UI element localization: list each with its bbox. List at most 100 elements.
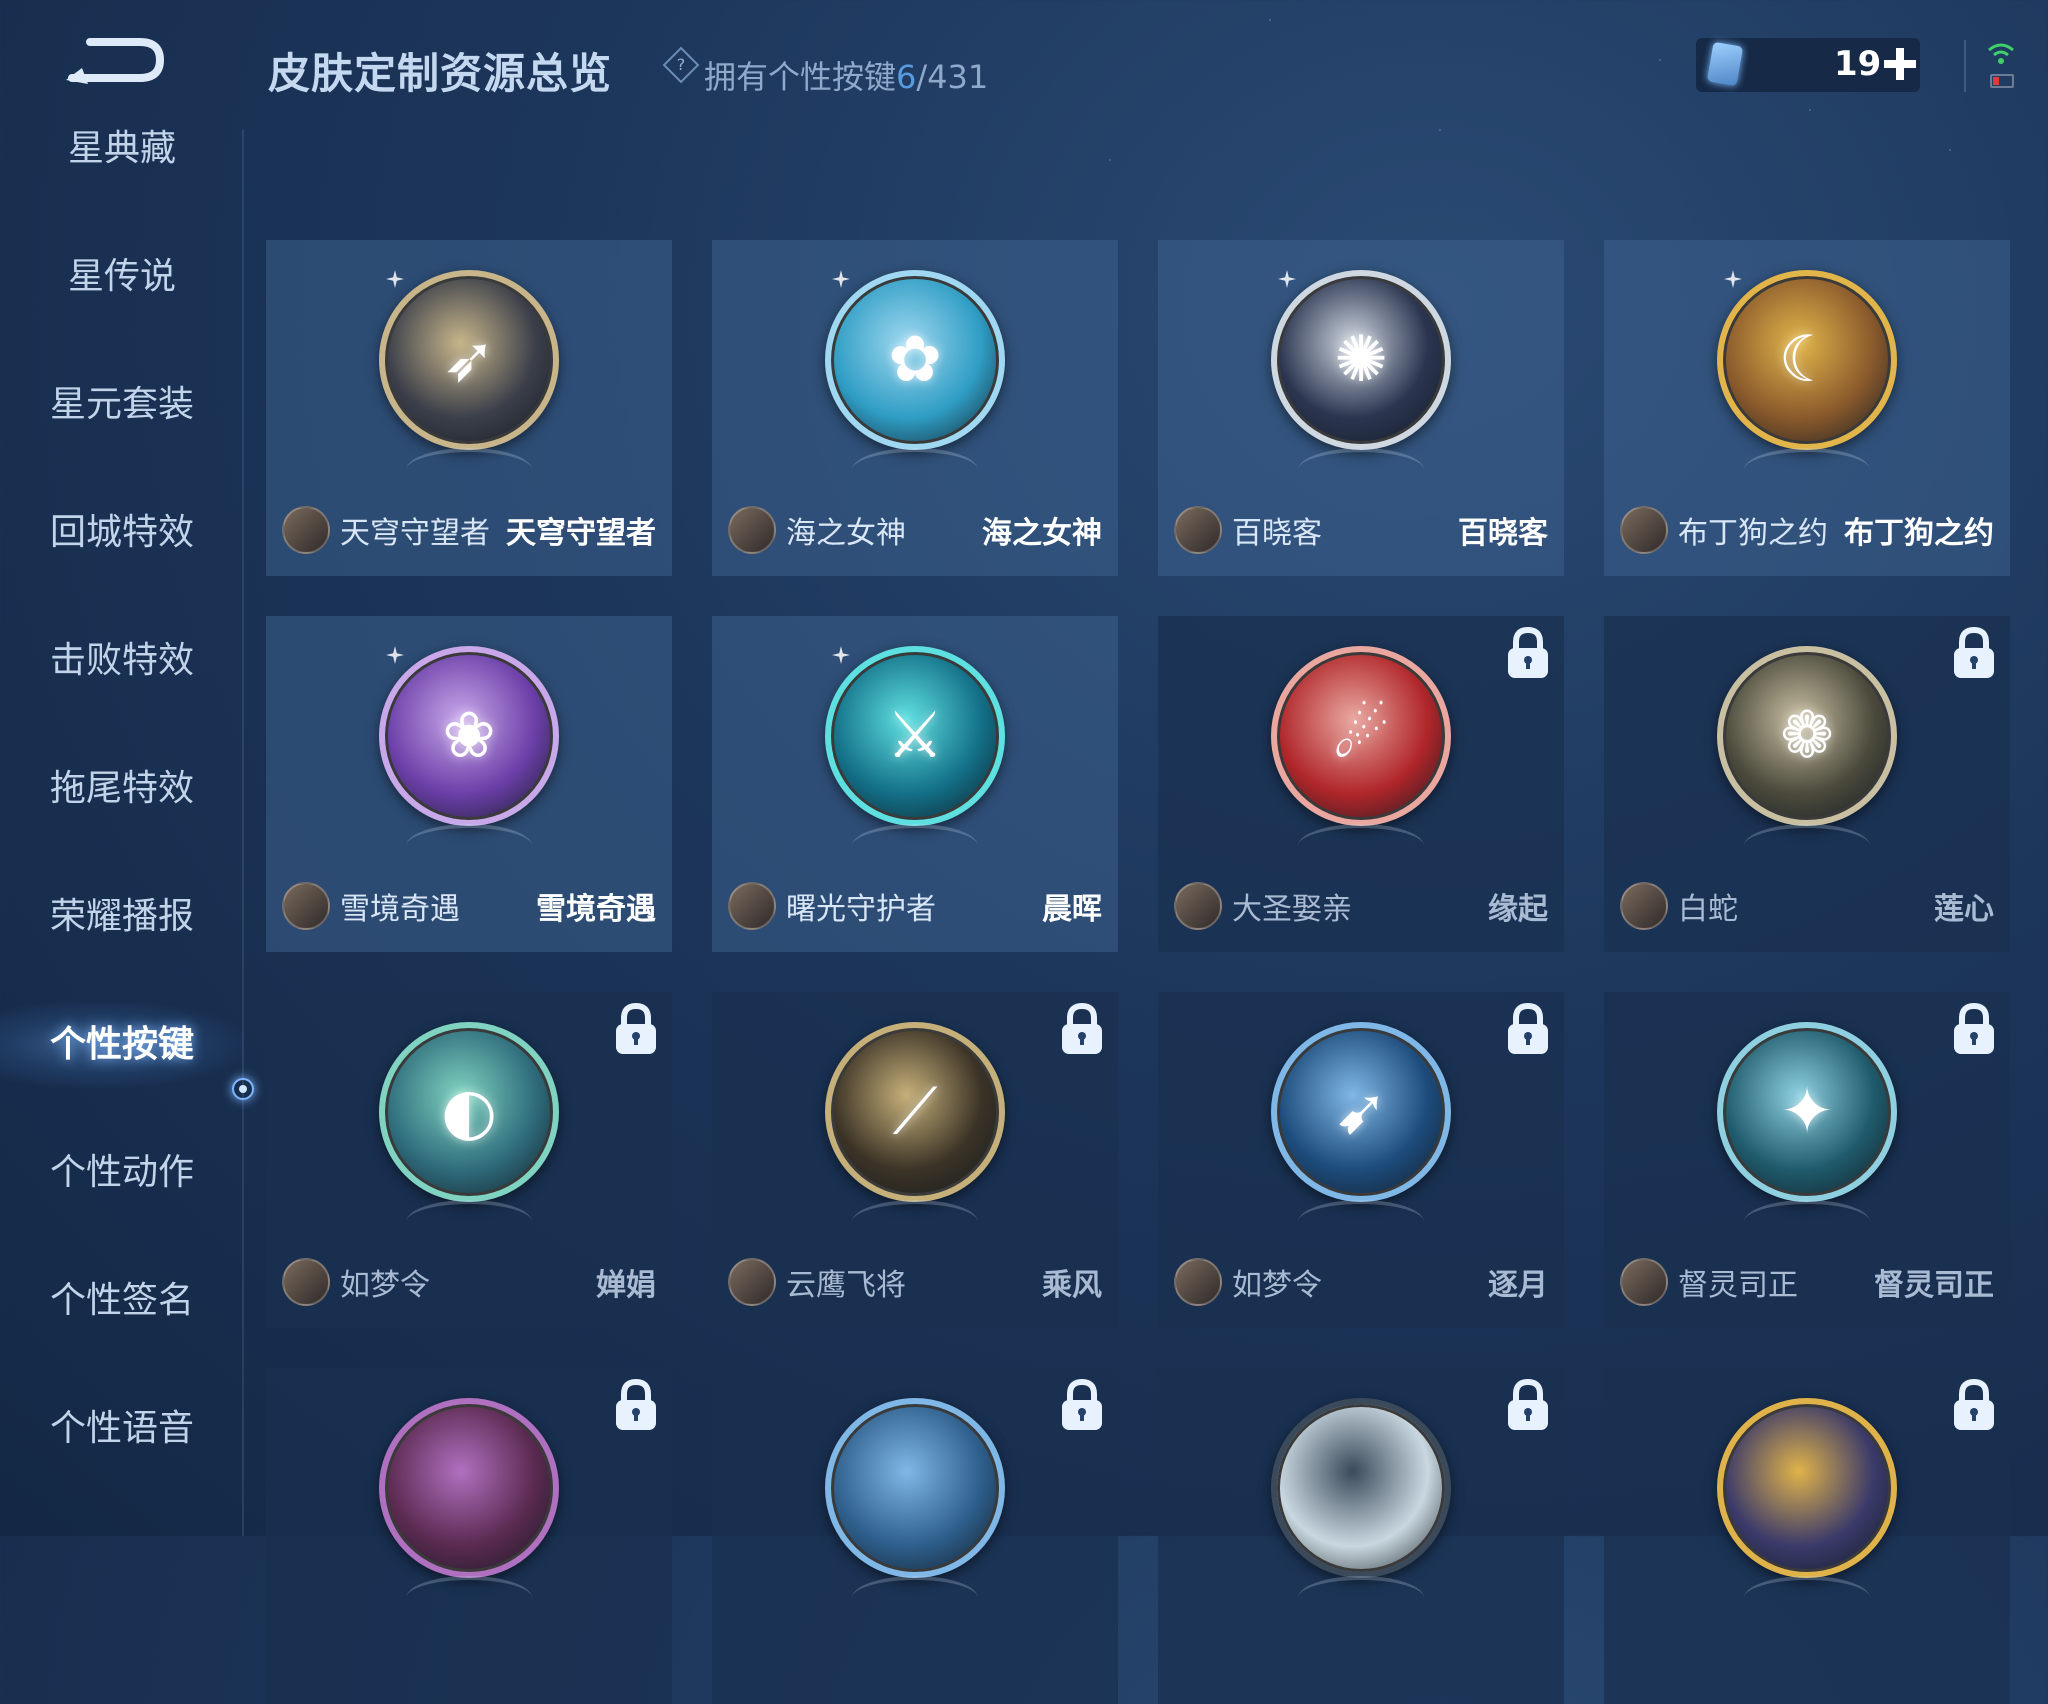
skin-button-emblem bbox=[379, 1398, 559, 1578]
lock-icon[interactable] bbox=[1504, 1378, 1552, 1434]
sidebar-item[interactable]: 荣耀播报 bbox=[0, 874, 244, 960]
emblem-reflection bbox=[1298, 1576, 1424, 1620]
hero-avatar bbox=[1174, 506, 1222, 554]
emblem-reflection bbox=[406, 1576, 532, 1620]
skin-name: 雪境奇遇 bbox=[536, 892, 656, 927]
owned-total: /431 bbox=[916, 58, 989, 96]
skin-card[interactable]: ☄ 大圣娶亲 缘起 bbox=[1158, 616, 1564, 952]
hero-name: 云鹰飞将 bbox=[786, 1268, 906, 1303]
hero-avatar bbox=[1620, 1258, 1668, 1306]
skin-card[interactable]: ⟋ 云鹰飞将 乘风 bbox=[712, 992, 1118, 1328]
skin-button-emblem: ✺ bbox=[1271, 270, 1451, 450]
card-footer: 百晓客 百晓客 bbox=[1158, 498, 1564, 558]
lock-icon[interactable] bbox=[1950, 1002, 1998, 1058]
skin-card[interactable] bbox=[266, 1368, 672, 1704]
skin-name: 缘起 bbox=[1488, 892, 1548, 927]
currency-value: 19 bbox=[1834, 44, 1882, 84]
card-footer: 大圣娶亲 缘起 bbox=[1158, 874, 1564, 934]
lock-icon[interactable] bbox=[1504, 626, 1552, 682]
skin-card[interactable]: ✿ 海之女神 海之女神 bbox=[712, 240, 1118, 576]
sidebar-item[interactable]: 星传说 bbox=[0, 234, 244, 320]
skin-button-emblem bbox=[825, 1398, 1005, 1578]
skin-card[interactable] bbox=[1604, 1368, 2010, 1704]
skin-button-emblem: ❁ bbox=[1717, 646, 1897, 826]
skin-card[interactable] bbox=[1158, 1368, 1564, 1704]
owned-buttons-count: 拥有个性按键6/431 bbox=[704, 58, 989, 96]
emblem-art-icon: ❀ bbox=[442, 699, 496, 773]
skin-card[interactable]: ➶ 天穹守望者 天穹守望者 bbox=[266, 240, 672, 576]
skin-name: 婵娟 bbox=[596, 1268, 656, 1303]
emblem-art-icon: ❁ bbox=[1780, 699, 1834, 773]
emblem-reflection bbox=[406, 1200, 532, 1244]
wifi-icon bbox=[1988, 43, 2014, 64]
emblem-reflection bbox=[1298, 448, 1424, 492]
add-currency-button[interactable] bbox=[1880, 44, 1920, 84]
lock-icon[interactable] bbox=[612, 1002, 660, 1058]
hero-avatar bbox=[1620, 882, 1668, 930]
skin-card[interactable]: ◐ 如梦令 婵娟 bbox=[266, 992, 672, 1328]
lock-icon[interactable] bbox=[1504, 1002, 1552, 1058]
emblem-art-icon: ➶ bbox=[442, 323, 496, 397]
card-footer: 布丁狗之约 布丁狗之约 bbox=[1604, 498, 2010, 558]
card-footer: 白蛇 莲心 bbox=[1604, 874, 2010, 934]
skin-card[interactable]: ☾ 布丁狗之约 布丁狗之约 bbox=[1604, 240, 2010, 576]
emblem-art-icon: ✺ bbox=[1334, 323, 1388, 397]
skin-name: 海之女神 bbox=[982, 516, 1102, 551]
skin-name: 布丁狗之约 bbox=[1844, 516, 1994, 551]
skin-card[interactable]: ✺ 百晓客 百晓客 bbox=[1158, 240, 1564, 576]
skin-name: 乘风 bbox=[1042, 1268, 1102, 1303]
lock-icon[interactable] bbox=[612, 1378, 660, 1434]
hero-name: 曙光守护者 bbox=[786, 892, 936, 927]
skin-card[interactable]: ➹ 如梦令 逐月 bbox=[1158, 992, 1564, 1328]
emblem-art-icon bbox=[1277, 1404, 1445, 1572]
lock-icon[interactable] bbox=[1950, 1378, 1998, 1434]
card-footer: 海之女神 海之女神 bbox=[712, 498, 1118, 558]
emblem-reflection bbox=[1298, 824, 1424, 868]
hero-name: 如梦令 bbox=[340, 1268, 430, 1303]
help-icon[interactable]: ? bbox=[662, 46, 700, 84]
emblem-art-icon: ☄ bbox=[1332, 699, 1390, 773]
skin-name: 逐月 bbox=[1488, 1268, 1548, 1303]
active-indicator-icon bbox=[232, 1078, 254, 1100]
skin-button-emblem: ➶ bbox=[379, 270, 559, 450]
hero-name: 天穹守望者 bbox=[340, 516, 490, 551]
sidebar-item[interactable]: 个性语音 bbox=[0, 1386, 244, 1472]
skin-card[interactable]: ✦ 督灵司正 督灵司正 bbox=[1604, 992, 2010, 1328]
sidebar-item[interactable]: 星元套装 bbox=[0, 362, 244, 448]
skin-button-emblem: ⟋ bbox=[825, 1022, 1005, 1202]
sidebar-item[interactable]: 个性签名 bbox=[0, 1258, 244, 1344]
emblem-art-icon bbox=[385, 1404, 553, 1572]
skin-button-emblem: ➹ bbox=[1271, 1022, 1451, 1202]
sidebar-item[interactable]: 回城特效 bbox=[0, 490, 244, 576]
hero-avatar bbox=[728, 882, 776, 930]
header-divider bbox=[1964, 40, 1966, 92]
lock-icon[interactable] bbox=[1058, 1378, 1106, 1434]
hero-avatar bbox=[282, 506, 330, 554]
skin-card[interactable]: ❁ 白蛇 莲心 bbox=[1604, 616, 2010, 952]
skin-card[interactable]: ❀ 雪境奇遇 雪境奇遇 bbox=[266, 616, 672, 952]
emblem-reflection bbox=[852, 1200, 978, 1244]
skin-button-emblem: ✿ bbox=[825, 270, 1005, 450]
card-currency-icon bbox=[1706, 41, 1744, 87]
battery-icon bbox=[1990, 74, 2014, 88]
sidebar-item[interactable]: 个性动作 bbox=[0, 1130, 244, 1216]
card-footer: 雪境奇遇 雪境奇遇 bbox=[266, 874, 672, 934]
sidebar-item[interactable]: 个性按键 bbox=[0, 1002, 244, 1088]
lock-icon[interactable] bbox=[1950, 626, 1998, 682]
skin-card[interactable] bbox=[712, 1368, 1118, 1704]
card-footer: 如梦令 逐月 bbox=[1158, 1250, 1564, 1310]
hero-avatar bbox=[282, 882, 330, 930]
lock-icon[interactable] bbox=[1058, 1002, 1106, 1058]
sidebar-item[interactable]: 击败特效 bbox=[0, 618, 244, 704]
hero-name: 如梦令 bbox=[1232, 1268, 1322, 1303]
sidebar-item[interactable]: 星典藏 bbox=[0, 106, 244, 192]
back-arrow-icon[interactable] bbox=[60, 30, 170, 92]
sidebar-item[interactable]: 拖尾特效 bbox=[0, 746, 244, 832]
hero-avatar bbox=[728, 506, 776, 554]
skin-card[interactable]: ⚔ 曙光守护者 晨晖 bbox=[712, 616, 1118, 952]
skin-name: 晨晖 bbox=[1042, 892, 1102, 927]
skin-button-emblem: ❀ bbox=[379, 646, 559, 826]
emblem-reflection bbox=[406, 448, 532, 492]
skin-button-emblem: ✦ bbox=[1717, 1022, 1897, 1202]
emblem-art-icon: ⟋ bbox=[892, 1075, 938, 1149]
